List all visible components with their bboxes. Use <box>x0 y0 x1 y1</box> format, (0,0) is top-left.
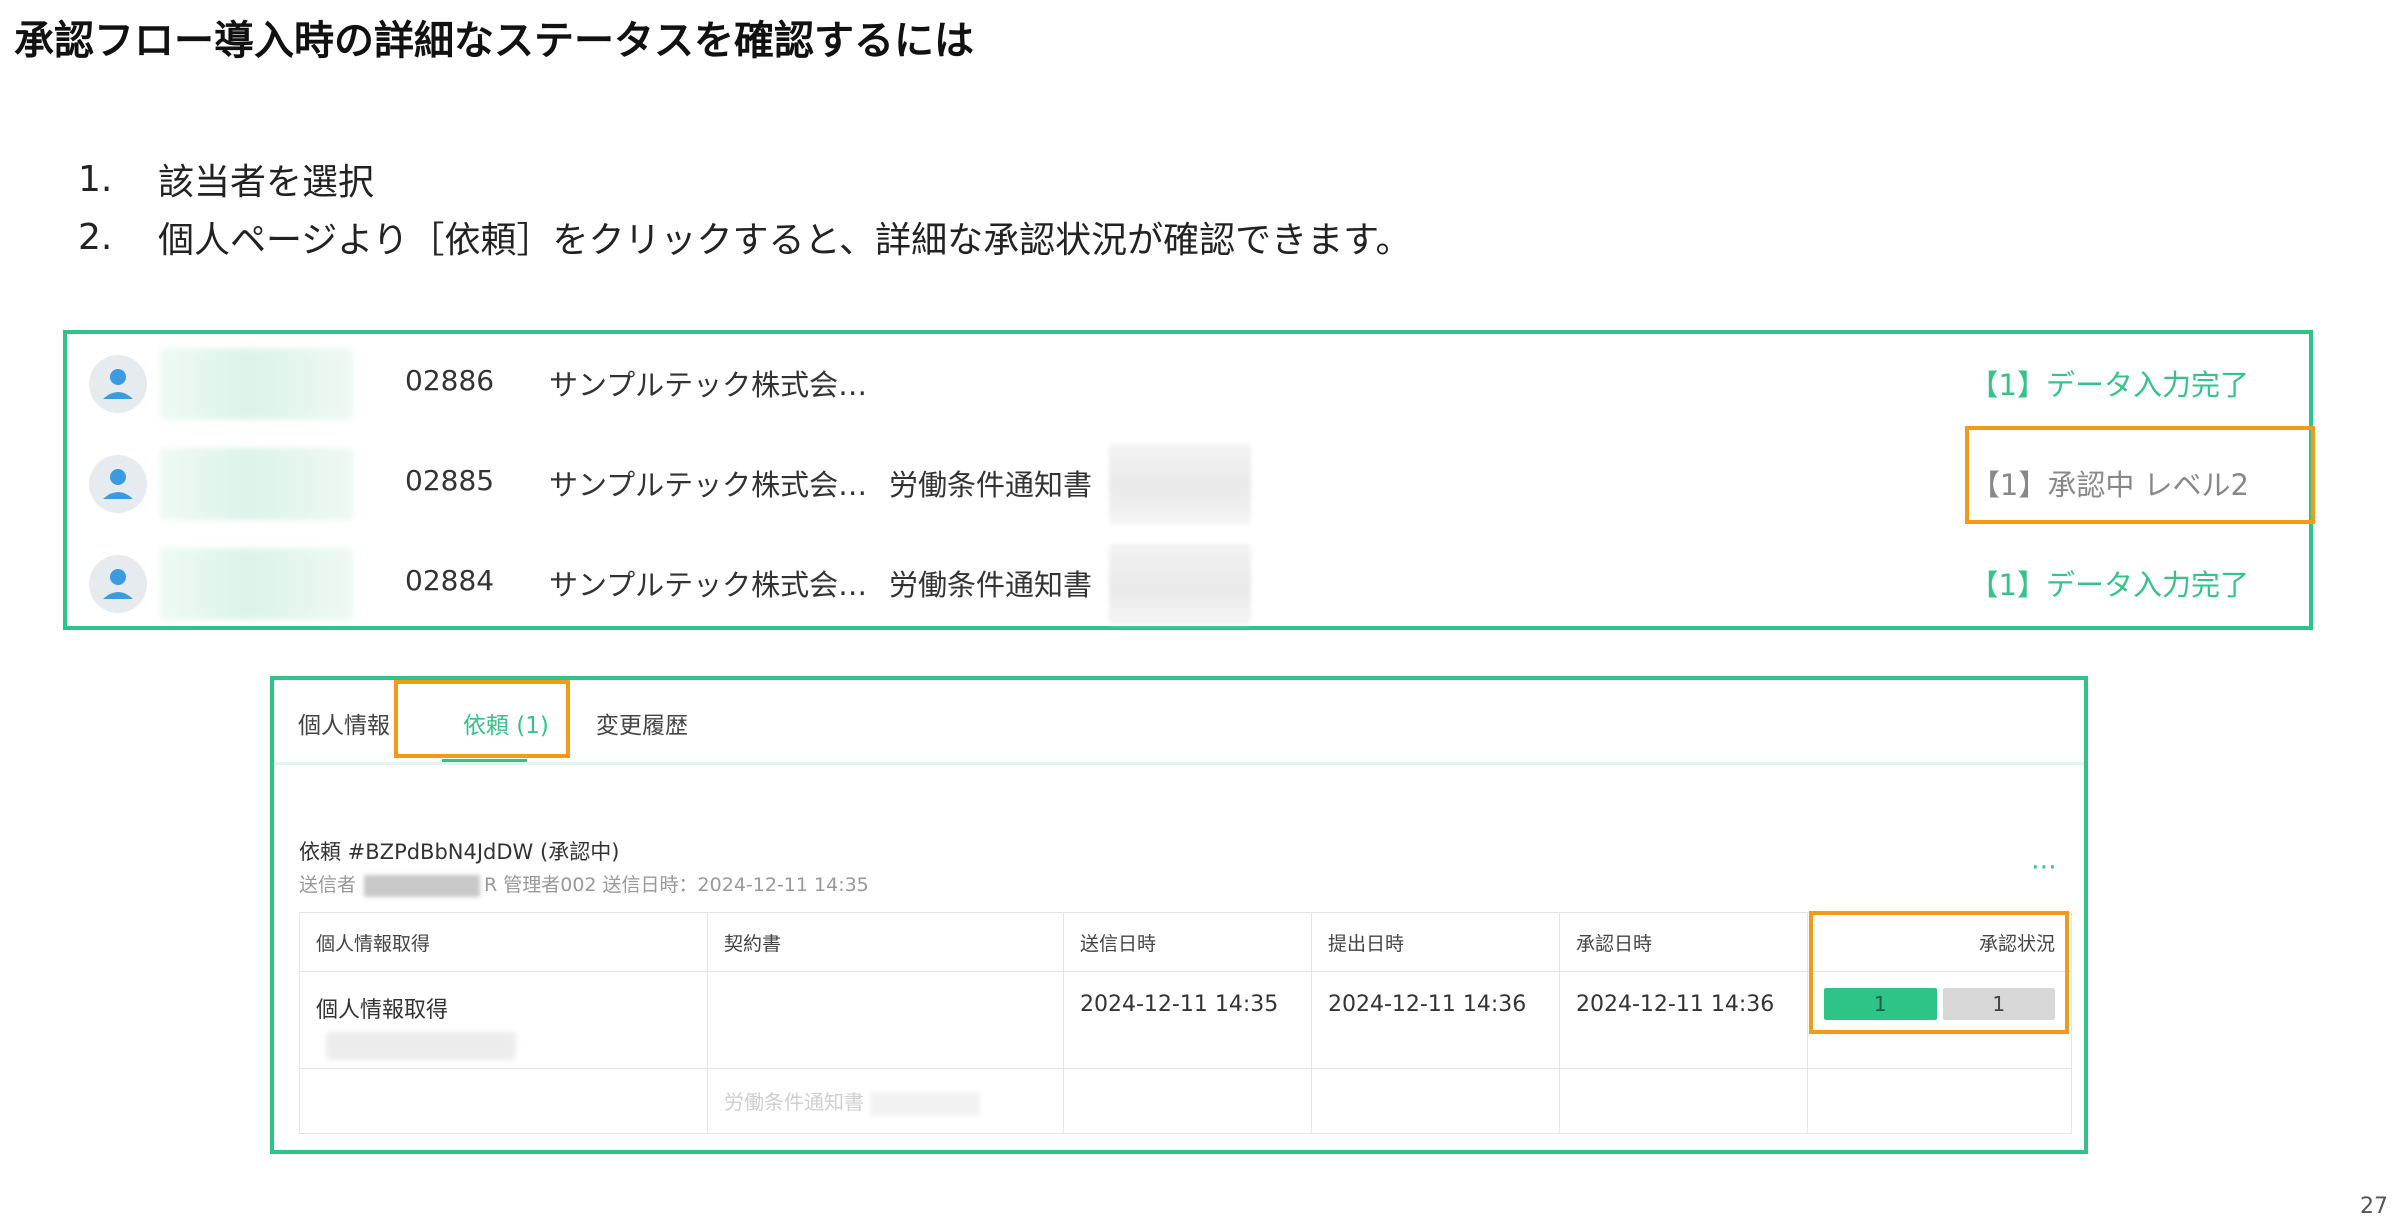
avatar-icon <box>89 555 147 613</box>
step-number: 1. <box>78 158 113 200</box>
sender-meta: R 管理者002 送信日時：2024-12-11 14:35 <box>484 874 869 896</box>
contract-doc-text: 労働条件通知書 <box>724 1090 864 1115</box>
more-options-icon[interactable]: ⋯ <box>2031 852 2058 882</box>
sent-at-value: 2024-12-11 14:35 <box>1080 992 1279 1017</box>
employee-document: 労働条件通知書 <box>889 568 1093 602</box>
sender-name-redacted <box>364 874 481 897</box>
employee-document: 労働条件通知書 <box>889 468 1093 502</box>
sender-label: 送信者 <box>299 874 357 896</box>
step-text: 該当者を選択 <box>158 162 375 203</box>
item-name: 個人情報取得 <box>316 998 449 1023</box>
document-thumbnail-redacted <box>1109 544 1251 624</box>
employee-name-redacted <box>159 348 354 420</box>
employee-list-panel: 02886 サンプルテック株式会… 【1】データ入力完了 02885 サンプルテ… <box>63 330 2315 630</box>
employee-row[interactable]: 02885 サンプルテック株式会… 労働条件通知書 【1】承認中 レベル2 <box>67 434 2309 534</box>
item-detail-redacted <box>326 1032 516 1060</box>
submitted-at-value: 2024-12-11 14:36 <box>1328 992 1527 1017</box>
employee-id: 02885 <box>405 464 495 497</box>
cell-contract: 労働条件通知書 <box>707 1068 1064 1134</box>
header-submitted-at: 提出日時 <box>1311 912 1560 972</box>
employee-row[interactable]: 02886 サンプルテック株式会… 【1】データ入力完了 <box>67 334 2309 434</box>
employee-status: 【1】承認中 レベル2 <box>1970 468 2249 502</box>
approved-at-value: 2024-12-11 14:36 <box>1576 992 1775 1017</box>
detail-tabs: 個人情報 依頼 (1) 変更履歴 <box>298 706 2058 746</box>
employee-company: サンプルテック株式会… <box>549 568 868 602</box>
header-approval-status: 承認状況 <box>1807 912 2072 972</box>
header-approved-at: 承認日時 <box>1559 912 1808 972</box>
page-number: 27 <box>2360 1194 2388 1219</box>
employee-status: 【1】データ入力完了 <box>1969 368 2249 402</box>
tab-change-history[interactable]: 変更履歴 <box>596 706 688 740</box>
table-row[interactable]: 労働条件通知書 <box>299 1068 2072 1134</box>
cell-approved-at <box>1559 1068 1808 1134</box>
cell-approval-status: 1 1 <box>1807 971 2072 1069</box>
employee-name-redacted <box>159 548 354 620</box>
header-personal-info: 個人情報取得 <box>299 912 708 972</box>
slide-title: 承認フロー導入時の詳細なステータスを確認するには <box>14 18 974 64</box>
request-meta: 送信者 R 管理者002 送信日時：2024-12-11 14:35 <box>299 870 869 897</box>
request-table: 個人情報取得 契約書 送信日時 提出日時 承認日時 承認状況 個人情報取得 20… <box>299 912 2072 1134</box>
cell-item: 個人情報取得 <box>299 971 708 1069</box>
employee-id: 02886 <box>405 364 495 397</box>
cell-item <box>299 1068 708 1134</box>
employee-status: 【1】データ入力完了 <box>1969 568 2249 602</box>
step-number: 2. <box>78 216 113 258</box>
cell-sent-at <box>1063 1068 1312 1134</box>
tabs-divider <box>274 762 2084 765</box>
employee-detail-panel: 個人情報 依頼 (1) 変更履歴 依頼 #BZPdBbN4JdDW (承認中) … <box>270 676 2088 1154</box>
request-title: 依頼 #BZPdBbN4JdDW (承認中) <box>299 840 620 864</box>
tab-requests[interactable]: 依頼 (1) <box>463 706 549 740</box>
approval-progress: 1 1 <box>1824 988 2055 1020</box>
instruction-steps: 1. 該当者を選択 2. 個人ページより［依頼］をクリックすると、詳細な承認状況… <box>78 150 1412 266</box>
table-header-row: 個人情報取得 契約書 送信日時 提出日時 承認日時 承認状況 <box>299 912 2072 972</box>
cell-submitted-at <box>1311 1068 1560 1134</box>
employee-company: サンプルテック株式会… <box>549 468 868 502</box>
contract-doc-redacted <box>870 1091 980 1116</box>
employee-row[interactable]: 02884 サンプルテック株式会… 労働条件通知書 【1】データ入力完了 <box>67 534 2309 634</box>
step-1: 1. 該当者を選択 <box>78 150 1412 208</box>
cell-submitted-at: 2024-12-11 14:36 <box>1311 971 1560 1069</box>
table-row[interactable]: 個人情報取得 2024-12-11 14:35 2024-12-11 14:36… <box>299 971 2072 1069</box>
approval-level-2-bar: 1 <box>1942 988 2055 1020</box>
employee-company: サンプルテック株式会… <box>549 368 868 402</box>
approval-level-1-bar: 1 <box>1824 988 1937 1020</box>
employee-name-redacted <box>159 448 354 520</box>
cell-contract <box>707 971 1064 1069</box>
employee-id: 02884 <box>405 564 495 597</box>
cell-sent-at: 2024-12-11 14:35 <box>1063 971 1312 1069</box>
avatar-icon <box>89 355 147 413</box>
cell-approved-at: 2024-12-11 14:36 <box>1559 971 1808 1069</box>
cell-approval-status <box>1807 1068 2072 1134</box>
avatar-icon <box>89 455 147 513</box>
document-thumbnail-redacted <box>1109 444 1251 524</box>
step-2: 2. 個人ページより［依頼］をクリックすると、詳細な承認状況が確認できます。 <box>78 208 1412 266</box>
tab-personal-info[interactable]: 個人情報 <box>298 706 390 740</box>
header-sent-at: 送信日時 <box>1063 912 1312 972</box>
step-text: 個人ページより［依頼］をクリックすると、詳細な承認状況が確認できます。 <box>158 220 1412 261</box>
header-contract: 契約書 <box>707 912 1064 972</box>
contract-doc-name: 労働条件通知書 <box>724 1090 980 1116</box>
